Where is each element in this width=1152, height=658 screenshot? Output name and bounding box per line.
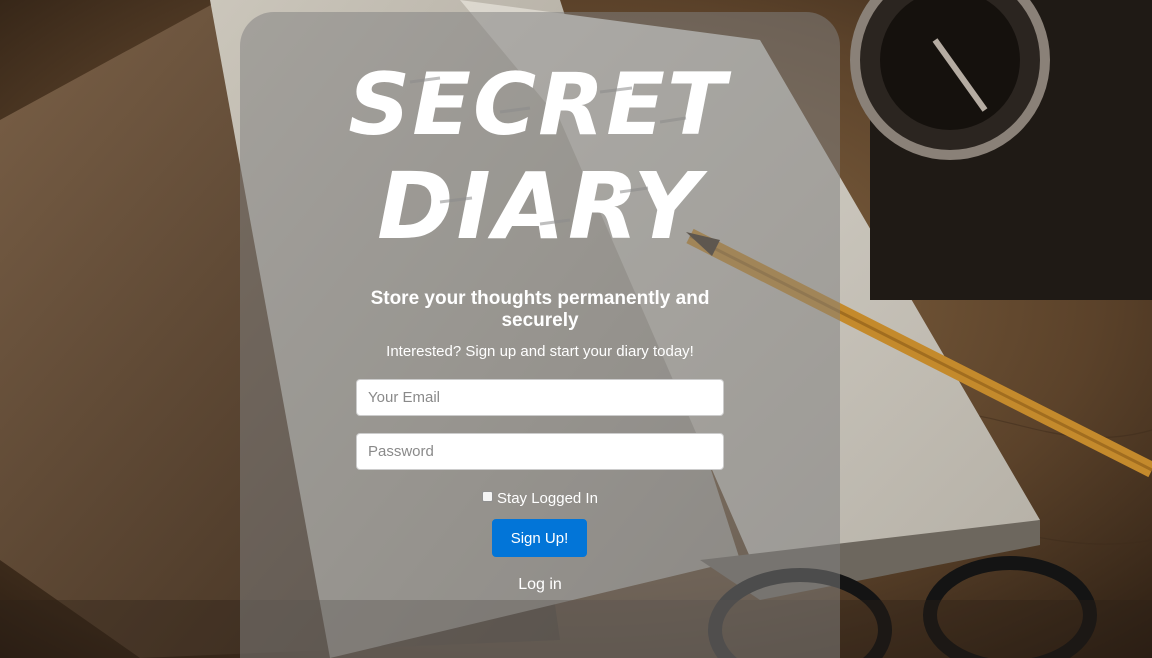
- password-input[interactable]: [356, 433, 724, 470]
- signup-button[interactable]: Sign Up!: [492, 519, 587, 557]
- email-input[interactable]: [356, 379, 724, 416]
- logo-line-1: SECRET: [348, 55, 732, 155]
- signup-panel: SECRET DIARY Store your thoughts permane…: [240, 12, 840, 658]
- page: SECRET DIARY Store your thoughts permane…: [0, 0, 1152, 658]
- logo-line-2: DIARY: [377, 153, 708, 252]
- secret-diary-logo: SECRET DIARY: [348, 55, 732, 252]
- stay-logged-in-label[interactable]: Stay Logged In: [497, 490, 598, 507]
- login-link[interactable]: Log in: [490, 575, 590, 595]
- stay-logged-in-checkbox[interactable]: [482, 491, 494, 502]
- tagline: Store your thoughts permanently and secu…: [370, 288, 710, 331]
- stay-logged-in-row: Stay Logged In: [240, 489, 840, 509]
- subtagline: Interested? Sign up and start your diary…: [386, 343, 694, 360]
